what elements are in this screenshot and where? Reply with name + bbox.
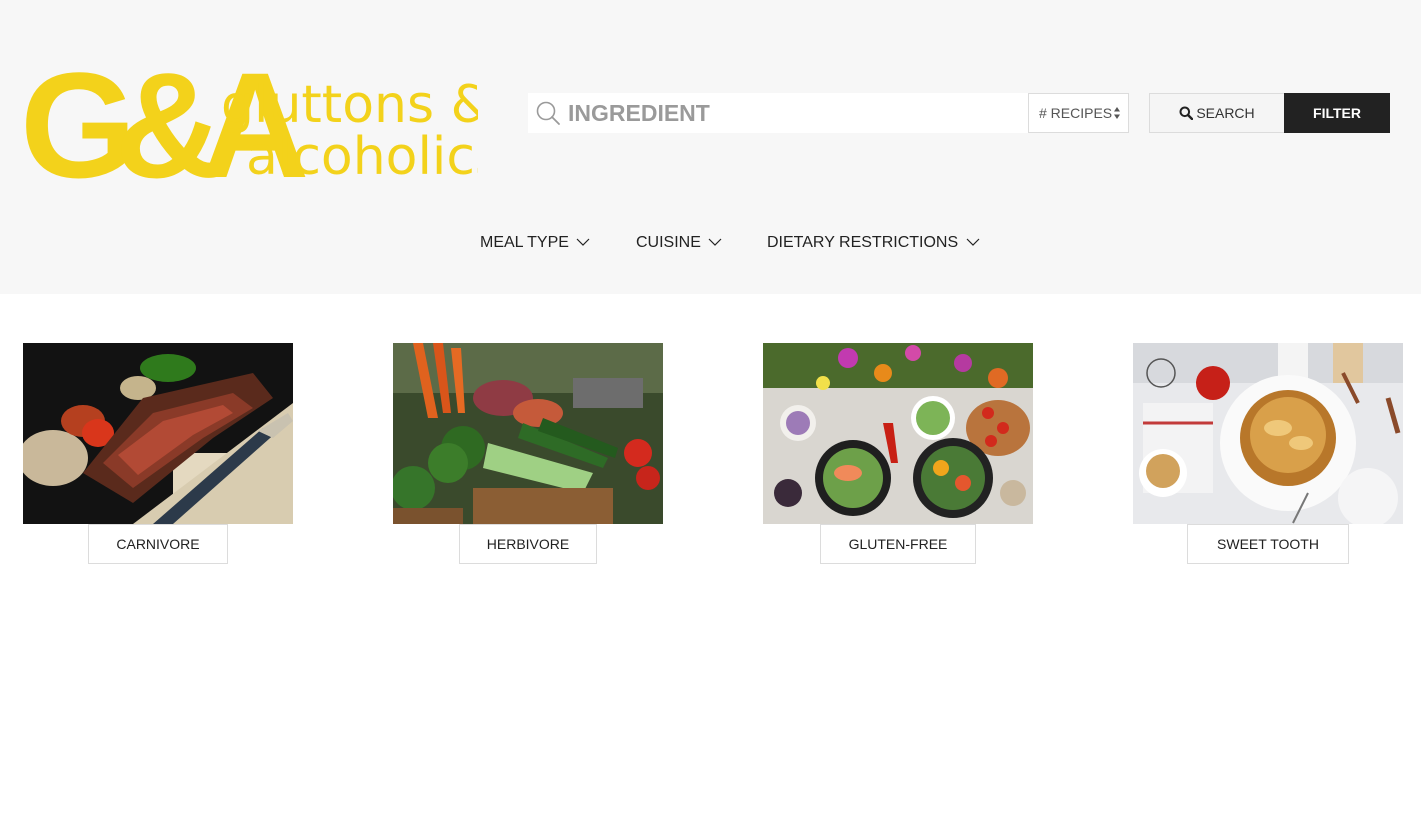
nav-dietary-restrictions-label: DIETARY RESTRICTIONS — [767, 234, 959, 251]
category-card-gluten-free[interactable]: GLUTEN-FREE — [763, 343, 1033, 564]
category-label-text: SWEET TOOTH — [1217, 536, 1319, 552]
category-card-herbivore[interactable]: HERBIVORE — [393, 343, 663, 564]
category-label[interactable]: GLUTEN-FREE — [820, 524, 976, 564]
category-label-text: HERBIVORE — [486, 536, 570, 552]
category-nav: MEAL TYPE CUISINE DIETARY RESTRICTIONS — [0, 233, 1421, 255]
sort-arrows-icon — [1114, 107, 1120, 119]
search-button[interactable]: SEARCH — [1149, 93, 1285, 133]
chevron-down-icon — [966, 238, 980, 246]
chevron-down-icon — [576, 238, 590, 246]
site-header: G&A gluttons & alcoholics. # RECIPES SEA… — [0, 0, 1421, 294]
search-icon — [536, 101, 560, 125]
search-button-label: SEARCH — [1196, 105, 1255, 121]
logo-name-line1: gluttons & — [221, 75, 478, 135]
category-card-sweet-tooth[interactable]: SWEET TOOTH — [1133, 343, 1403, 564]
nav-meal-type[interactable]: MEAL TYPE — [480, 233, 590, 253]
vegetables-photo[interactable] — [393, 343, 663, 524]
category-label-text: CARNIVORE — [116, 536, 200, 552]
category-label[interactable]: CARNIVORE — [88, 524, 228, 564]
ingredient-input[interactable] — [568, 93, 1018, 133]
nav-meal-type-label: MEAL TYPE — [480, 234, 569, 251]
nav-dietary-restrictions[interactable]: DIETARY RESTRICTIONS — [767, 233, 980, 253]
category-label-text: GLUTEN-FREE — [848, 536, 948, 552]
apple-pie-photo[interactable] — [1133, 343, 1403, 524]
category-card-carnivore[interactable]: CARNIVORE — [23, 343, 293, 564]
ingredient-search-box — [528, 93, 1028, 133]
chevron-down-icon — [708, 238, 722, 246]
magnifier-icon — [1179, 106, 1194, 120]
recipes-count-select[interactable]: # RECIPES — [1028, 93, 1129, 133]
nav-cuisine[interactable]: CUISINE — [636, 233, 722, 253]
filter-button-label: FILTER — [1313, 105, 1361, 121]
filter-button[interactable]: FILTER — [1284, 93, 1390, 133]
recipes-select-label: # RECIPES — [1039, 105, 1113, 121]
category-label[interactable]: HERBIVORE — [459, 524, 597, 564]
nav-cuisine-label: CUISINE — [636, 234, 701, 251]
category-label[interactable]: SWEET TOOTH — [1187, 524, 1349, 564]
salad-bowls-photo[interactable] — [763, 343, 1033, 524]
site-logo[interactable]: G&A gluttons & alcoholics. — [18, 52, 478, 184]
logo-name-line2: alcoholics. — [246, 127, 478, 184]
steak-photo[interactable] — [23, 343, 293, 524]
